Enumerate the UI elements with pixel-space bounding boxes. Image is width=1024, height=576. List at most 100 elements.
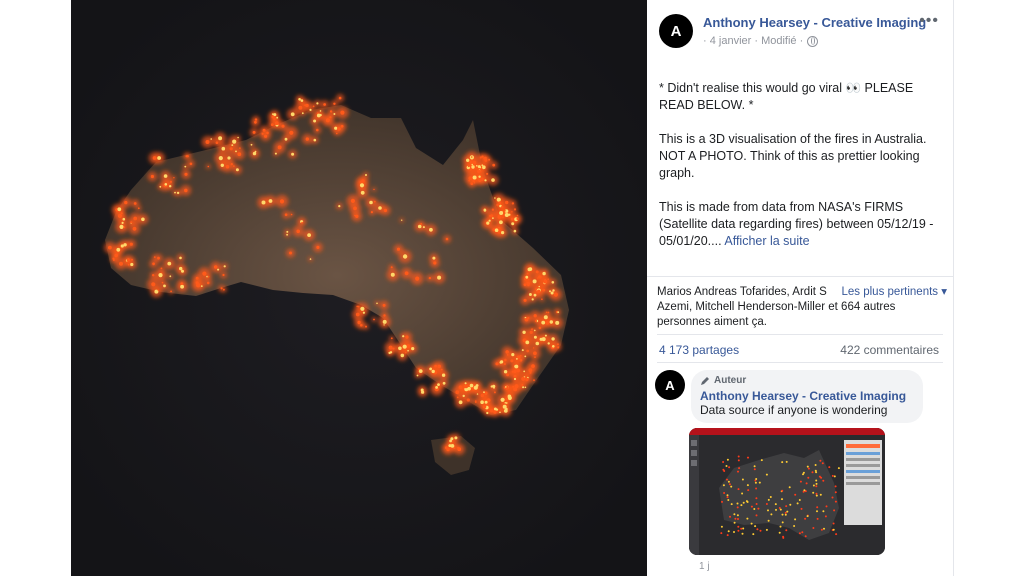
thumb-fire-dot [781, 461, 784, 464]
fire-hotspot [179, 256, 182, 260]
thumb-fire-dot [820, 528, 823, 531]
fire-hotspot [360, 306, 365, 311]
thumb-fire-dot [726, 458, 729, 461]
fire-hotspot [169, 185, 172, 188]
fire-hotspot [428, 276, 432, 280]
fire-hotspot [319, 110, 322, 112]
fire-hotspot [213, 265, 218, 269]
fire-hotspot [492, 163, 496, 167]
post-paragraph: * Didn't realise this would go viral 👀 P… [659, 81, 914, 112]
fire-hotspot [496, 197, 501, 202]
fire-hotspot [429, 367, 432, 371]
post-image[interactable] [71, 0, 647, 576]
comment-author[interactable]: Anthony Hearsey - Creative Imaging [700, 389, 914, 403]
comment-image[interactable] [689, 428, 885, 555]
fire-hotspot [289, 251, 292, 255]
sort-comments-dropdown[interactable]: Les plus pertinents ▾ [842, 285, 948, 300]
fire-hotspot [262, 128, 266, 132]
fire-hotspot [476, 393, 479, 395]
fire-hotspot [338, 205, 341, 208]
fire-hotspot [488, 219, 491, 222]
fire-hotspot [503, 370, 508, 374]
fire-hotspot [516, 217, 519, 221]
fire-hotspot [557, 311, 560, 314]
comment-time[interactable]: 1 j [699, 561, 710, 572]
fire-hotspot [538, 326, 542, 330]
thumb-fire-dot [727, 530, 730, 533]
thumb-fire-dot [805, 482, 808, 485]
fire-hotspot [464, 384, 468, 389]
fire-hotspot [486, 221, 490, 225]
see-more-link[interactable]: Afficher la suite [724, 234, 809, 248]
fire-hotspot [490, 214, 494, 218]
fire-hotspot [117, 207, 122, 212]
fire-hotspot [123, 243, 127, 247]
fire-hotspot [464, 382, 467, 385]
fire-hotspot [552, 345, 555, 348]
fire-hotspot [531, 328, 533, 331]
post-date[interactable]: · 4 janvier · Modifié · [703, 35, 803, 47]
shares-count[interactable]: 4 173 partages [659, 343, 739, 357]
fire-hotspot [221, 146, 226, 151]
fire-hotspot [476, 165, 478, 167]
fire-hotspot [469, 383, 474, 388]
thumb-fire-dot [759, 529, 762, 532]
fire-hotspot [482, 167, 485, 170]
more-options-icon[interactable]: ••• [919, 12, 939, 30]
commenter-avatar[interactable]: A [655, 370, 685, 400]
fire-hotspot [556, 343, 559, 346]
fire-hotspot [477, 165, 481, 169]
fire-hotspot [202, 271, 207, 276]
fire-hotspot [365, 174, 367, 176]
fire-hotspot [184, 172, 188, 176]
fire-hotspot [130, 262, 134, 267]
fire-hotspot [532, 279, 537, 284]
fire-hotspot [528, 293, 532, 296]
reactions-summary[interactable]: Les plus pertinents ▾ Marios Andreas Tof… [657, 285, 947, 330]
thumb-fire-dot [821, 462, 824, 465]
thumb-fire-dot [816, 517, 819, 520]
fire-hotspot [437, 383, 440, 386]
fire-hotspot [492, 384, 496, 388]
fire-hotspot [392, 347, 395, 350]
thumb-fire-dot [765, 473, 768, 476]
fire-hotspot [153, 256, 156, 258]
fire-hotspot [284, 213, 288, 216]
fire-hotspot [336, 132, 338, 135]
comments-count[interactable]: 422 commentaires [840, 343, 939, 357]
thumb-fire-dot [824, 515, 827, 518]
fire-hotspot [373, 188, 375, 191]
thumb-fire-dot [822, 479, 825, 482]
thumb-fire-dot [834, 500, 837, 503]
fire-hotspot [319, 113, 322, 117]
fire-hotspot [499, 411, 501, 414]
post-body: * Didn't realise this would go viral 👀 P… [659, 80, 943, 267]
fire-hotspot [108, 245, 112, 250]
fire-hotspot [301, 221, 303, 224]
fire-hotspot [450, 437, 454, 441]
thumb-fire-dot [770, 513, 773, 516]
fire-hotspot [480, 177, 484, 182]
author-name[interactable]: Anthony Hearsey - Creative Imaging [703, 15, 926, 30]
fire-hotspot [494, 197, 496, 199]
author-avatar[interactable]: A [659, 14, 693, 48]
fire-hotspot [535, 288, 537, 291]
fire-hotspot [505, 397, 509, 401]
fire-hotspot [526, 272, 529, 275]
fire-hotspot [496, 203, 499, 207]
fire-hotspot [179, 266, 183, 271]
fire-hotspot [150, 174, 154, 179]
fire-hotspot [513, 208, 517, 211]
fire-hotspot [333, 102, 336, 106]
fire-hotspot [365, 325, 367, 328]
thumb-fire-dot [767, 498, 770, 501]
fire-hotspot [479, 156, 482, 159]
fire-hotspot [511, 353, 515, 357]
fire-hotspot [513, 377, 517, 381]
thumb-fire-dot [815, 479, 818, 482]
fire-hotspot [543, 315, 548, 320]
fire-hotspot [323, 103, 326, 106]
thumb-fire-dot [740, 504, 743, 507]
thumb-fire-dot [803, 489, 806, 492]
fire-hotspot [467, 386, 471, 391]
